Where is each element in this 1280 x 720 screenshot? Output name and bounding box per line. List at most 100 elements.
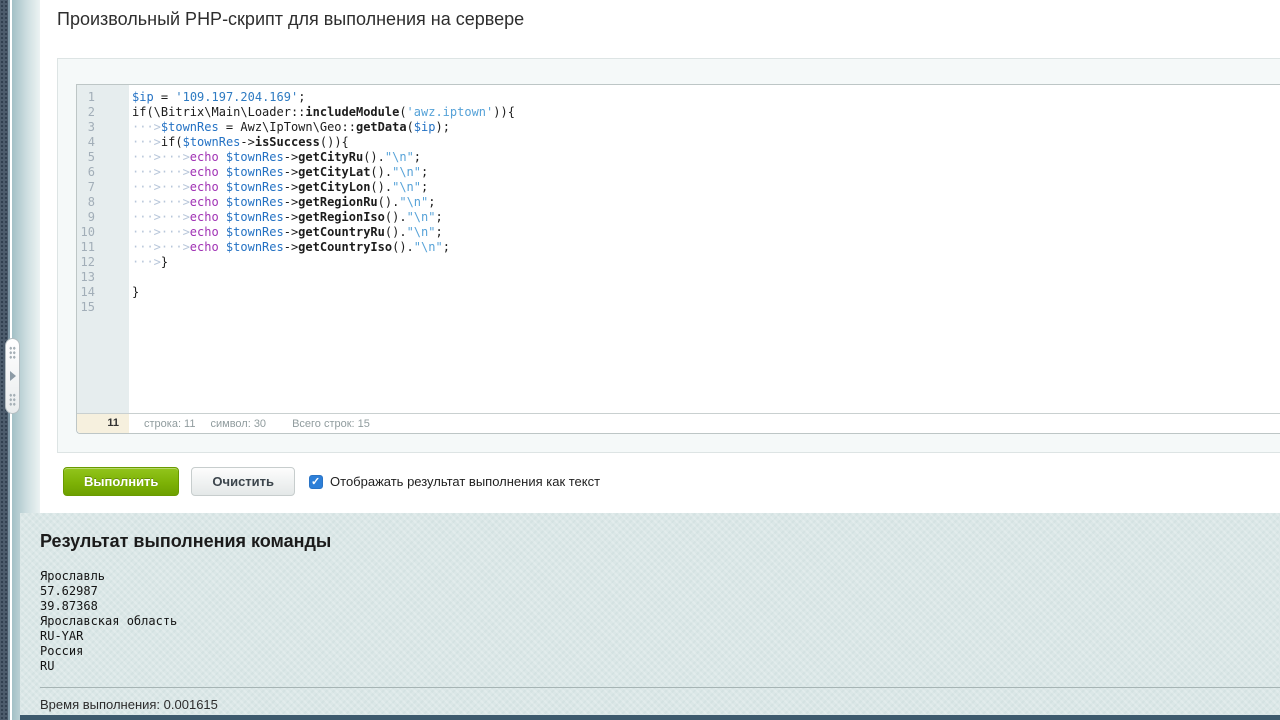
code-token: getCityRu (298, 150, 363, 164)
code-token: -> (284, 240, 298, 254)
code-input-area[interactable]: 1$ip = '109.197.204.169';2if(\Bitrix\Mai… (77, 85, 1280, 415)
output-line: 39.87368 (40, 599, 177, 614)
code-line: 11···>···>echo $townRes->getCountryIso()… (77, 240, 1280, 255)
line-number: 3 (77, 120, 129, 135)
action-row: Выполнить Очистить Отображать результат … (63, 467, 600, 496)
code-token: $ip (414, 120, 436, 134)
code-token: ···> (132, 135, 161, 149)
grip-dots-icon (9, 393, 16, 406)
output-line: 57.62987 (40, 584, 177, 599)
line-number: 13 (77, 270, 129, 285)
code-token: ···>···> (132, 150, 190, 164)
line-number: 5 (77, 150, 129, 165)
code-text: if(\Bitrix\Main\Loader::includeModule('a… (129, 105, 515, 120)
code-token: '109.197.204.169' (175, 90, 298, 104)
line-number: 10 (77, 225, 129, 240)
code-token: 'awz.iptown' (407, 105, 494, 119)
clear-button[interactable]: Очистить (191, 467, 295, 496)
chevron-right-icon (10, 371, 16, 381)
line-number: 2 (77, 105, 129, 120)
checkbox-checked-icon[interactable] (309, 475, 323, 489)
code-token: "\n" (392, 165, 421, 179)
code-token: echo (190, 195, 226, 209)
code-token: )){ (493, 105, 515, 119)
code-token: (). (385, 210, 407, 224)
code-token: ; (421, 180, 428, 194)
code-text: ···>···>echo $townRes->getCountryRu()."\… (129, 225, 443, 240)
output-line: RU-YAR (40, 629, 177, 644)
status-item: Всего строк: 15 (292, 418, 370, 430)
result-title: Результат выполнения команды (40, 531, 331, 552)
code-line: 1$ip = '109.197.204.169'; (77, 90, 1280, 105)
code-token: $townRes (226, 150, 284, 164)
code-token: ; (414, 150, 421, 164)
code-token: $townRes (183, 135, 241, 149)
code-token: isSuccess (255, 135, 320, 149)
code-token: -> (284, 150, 298, 164)
code-token: $townRes (226, 165, 284, 179)
code-token: ···>···> (132, 240, 190, 254)
code-token: ···>···> (132, 210, 190, 224)
execution-time-value: 0.001615 (164, 697, 218, 712)
code-token: getCityLat (298, 165, 370, 179)
code-text (129, 270, 132, 285)
code-token: $townRes (161, 120, 219, 134)
code-token: "\n" (407, 210, 436, 224)
code-token: "\n" (385, 150, 414, 164)
code-token: ···>···> (132, 165, 190, 179)
footer-bar (20, 715, 1280, 720)
editor-status-bar: 11 строка: 11символ: 30Всего строк: 15 (77, 413, 1280, 433)
status-items: строка: 11символ: 30Всего строк: 15 (129, 414, 370, 433)
code-token: echo (190, 225, 226, 239)
code-text: ···>···>echo $townRes->getCountryIso()."… (129, 240, 450, 255)
code-token: $townRes (226, 195, 284, 209)
sidebar-collapse-handle[interactable] (5, 338, 20, 414)
status-item: символ: 30 (210, 418, 266, 430)
page-title: Произвольный PHP-скрипт для выполнения н… (57, 9, 524, 30)
code-token: ( (399, 105, 406, 119)
code-token: echo (190, 180, 226, 194)
output-line: Ярославль (40, 569, 177, 584)
code-token: -> (284, 180, 298, 194)
code-token: ···> (132, 255, 161, 269)
code-line: 8···>···>echo $townRes->getRegionRu()."\… (77, 195, 1280, 210)
line-number: 7 (77, 180, 129, 195)
code-line: 15 (77, 300, 1280, 315)
output-line: RU (40, 659, 177, 674)
code-token: $townRes (226, 180, 284, 194)
code-token: $townRes (226, 210, 284, 224)
output-line: Ярославская область (40, 614, 177, 629)
code-token: ···>···> (132, 225, 190, 239)
code-token: ; (435, 225, 442, 239)
code-token: $ip (132, 90, 154, 104)
code-token: getRegionRu (298, 195, 377, 209)
code-token: getRegionIso (298, 210, 385, 224)
line-number: 6 (77, 165, 129, 180)
php-editor-panel: 1$ip = '109.197.204.169';2if(\Bitrix\Mai… (57, 58, 1280, 453)
code-token: ()){ (320, 135, 349, 149)
checkbox-label[interactable]: Отображать результат выполнения как текс… (330, 474, 600, 489)
result-divider (40, 687, 1280, 688)
code-line: 14} (77, 285, 1280, 300)
line-number: 9 (77, 210, 129, 225)
code-token: echo (190, 150, 226, 164)
line-number: 8 (77, 195, 129, 210)
execute-button[interactable]: Выполнить (63, 467, 179, 496)
code-text: ···>···>echo $townRes->getRegionIso()."\… (129, 210, 443, 225)
code-token: -> (284, 225, 298, 239)
code-token: } (132, 285, 139, 299)
page: Произвольный PHP-скрипт для выполнения н… (0, 0, 1280, 720)
code-token: -> (284, 165, 298, 179)
result-output: Ярославль57.6298739.87368Ярославская обл… (40, 569, 177, 674)
code-token: = Awz\IpTown\Geo:: (219, 120, 356, 134)
code-text: ···>if($townRes->isSuccess()){ (129, 135, 349, 150)
line-number: 12 (77, 255, 129, 270)
code-token: (). (378, 195, 400, 209)
show-as-text-checkbox-group[interactable]: Отображать результат выполнения как текс… (309, 474, 600, 489)
code-token: if( (161, 135, 183, 149)
code-token: "\n" (414, 240, 443, 254)
code-line: 3···>$townRes = Awz\IpTown\Geo::getData(… (77, 120, 1280, 135)
current-line-badge: 11 (77, 414, 129, 433)
code-token: getCountryRu (298, 225, 385, 239)
code-text (129, 300, 132, 315)
